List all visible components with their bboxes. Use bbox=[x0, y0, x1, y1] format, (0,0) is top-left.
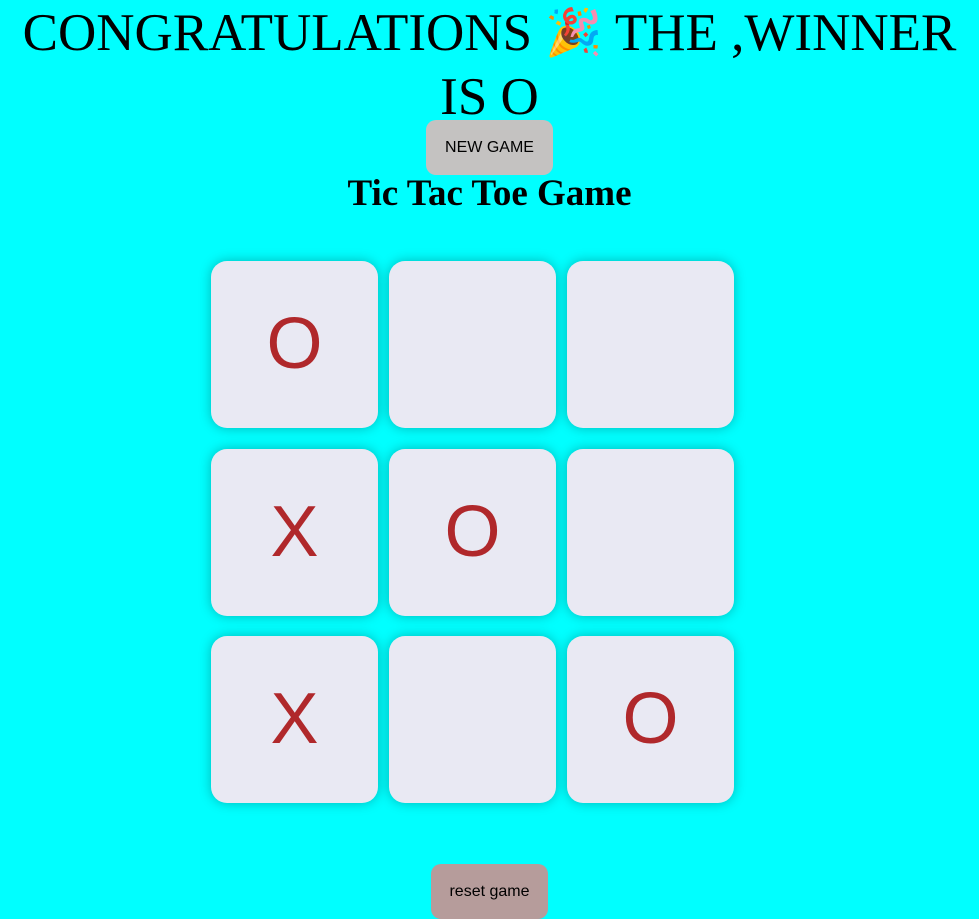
winner-message-line-1: CONGRATULATIONS 🎉 THE ,WINNER bbox=[0, 0, 979, 65]
winner-message: CONGRATULATIONS 🎉 THE ,WINNER IS O bbox=[0, 0, 979, 129]
board-cell-7[interactable]: X bbox=[211, 636, 378, 803]
party-popper-icon: 🎉 bbox=[545, 5, 603, 59]
congratulations-text: CONGRATULATIONS bbox=[22, 4, 533, 62]
board-cell-6[interactable] bbox=[567, 449, 734, 616]
game-board: O X O X O bbox=[211, 261, 734, 803]
reset-game-button[interactable]: reset game bbox=[431, 864, 548, 919]
board-cell-8[interactable] bbox=[389, 636, 556, 803]
game-title: Tic Tac Toe Game bbox=[347, 173, 632, 214]
winner-announcement-text: THE ,WINNER bbox=[614, 4, 957, 62]
board-cell-9[interactable]: O bbox=[567, 636, 734, 803]
board-cell-3[interactable] bbox=[567, 261, 734, 428]
board-cell-4[interactable]: X bbox=[211, 449, 378, 616]
board-cell-5[interactable]: O bbox=[389, 449, 556, 616]
board-cell-2[interactable] bbox=[389, 261, 556, 428]
board-cell-1[interactable]: O bbox=[211, 261, 378, 428]
new-game-button[interactable]: NEW GAME bbox=[426, 120, 553, 175]
